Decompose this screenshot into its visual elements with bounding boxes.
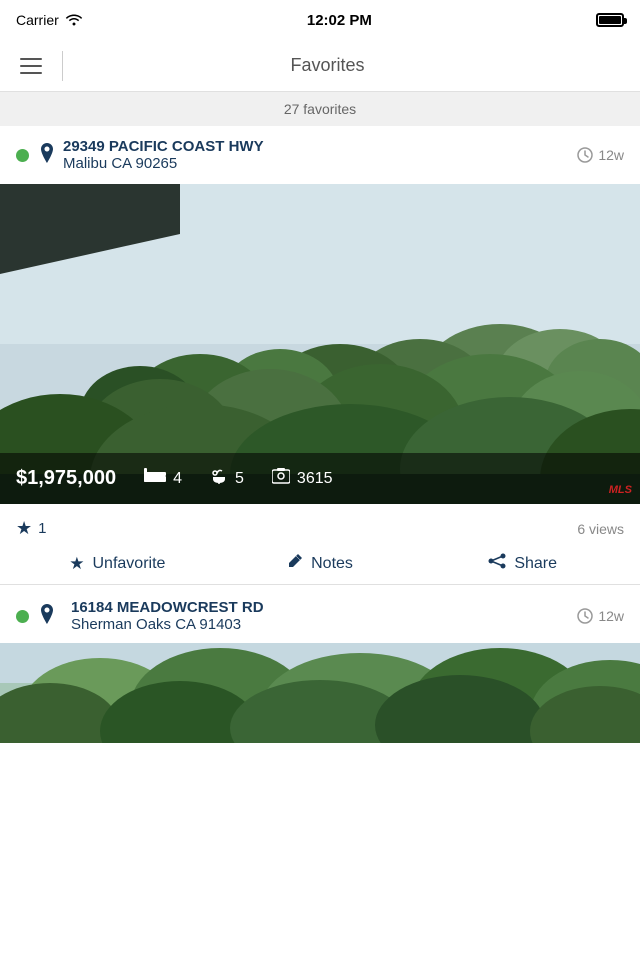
notes-label: Notes [311, 555, 353, 573]
listing-1-actions: ★ 1 6 views ★ Unfavorite Notes [0, 504, 640, 585]
carrier-info: Carrier [16, 12, 83, 29]
page-title: Favorites [79, 55, 576, 76]
favorite-count: 1 [38, 520, 46, 537]
listing-1-baths: 5 [210, 467, 244, 490]
menu-button[interactable] [16, 54, 46, 78]
nav-bar: Favorites [0, 40, 640, 92]
star-unfavorite-icon: ★ [69, 554, 84, 574]
listing-1-beds: 4 [144, 468, 182, 489]
listing-2-header[interactable]: 16184 MEADOWCREST RD Sherman Oaks CA 914… [0, 585, 640, 643]
listing-2-address: 16184 MEADOWCREST RD Sherman Oaks CA 914… [71, 599, 577, 633]
wifi-icon [65, 12, 83, 29]
star-count: ★ 1 [16, 518, 46, 539]
listing-2-time-label: 12w [598, 608, 624, 624]
favorites-count-bar: 27 favorites [0, 92, 640, 126]
favorites-count-label: 27 favorites [284, 101, 356, 117]
bed-icon [144, 468, 166, 489]
pin-icon [39, 143, 55, 168]
listing-1-sqft: 3615 [272, 468, 333, 489]
listing-1-image[interactable]: $1,975,000 4 [0, 184, 640, 504]
clock-icon [577, 147, 593, 163]
unfavorite-button[interactable]: ★ Unfavorite [16, 554, 219, 574]
property-overlay: $1,975,000 4 [0, 453, 640, 504]
share-label: Share [514, 555, 557, 573]
listing-1-city: Malibu CA 90265 [63, 155, 577, 172]
listing-1-street: 29349 PACIFIC COAST HWY [63, 138, 577, 155]
action-buttons: ★ Unfavorite Notes Sh [16, 553, 624, 574]
status-bar: Carrier 12:02 PM [0, 0, 640, 40]
listing-2-image[interactable] [0, 643, 640, 743]
share-button[interactable]: Share [421, 553, 624, 574]
listing-2-street: 16184 MEADOWCREST RD [71, 599, 577, 616]
views-row: ★ 1 6 views [16, 518, 624, 539]
listing-1-time: 12w [577, 147, 624, 163]
active-status-dot [16, 149, 29, 162]
bath-icon [210, 467, 228, 490]
listing-1-price: $1,975,000 [16, 467, 116, 490]
listing-2-city: Sherman Oaks CA 91403 [71, 616, 577, 633]
listing-2-time: 12w [577, 608, 624, 624]
pencil-icon [287, 553, 303, 574]
battery-indicator [596, 13, 624, 27]
listing-1-header[interactable]: 29349 PACIFIC COAST HWY Malibu CA 90265 … [0, 126, 640, 184]
unfavorite-label: Unfavorite [93, 555, 166, 573]
carrier-label: Carrier [16, 12, 59, 28]
share-icon [488, 553, 506, 574]
clock-icon-2 [577, 608, 593, 624]
star-icon: ★ [16, 518, 32, 539]
pin-icon-2 [39, 604, 55, 629]
mls-badge: MLS [609, 484, 632, 496]
listing-1-address: 29349 PACIFIC COAST HWY Malibu CA 90265 [63, 138, 577, 172]
photo-icon [272, 468, 290, 489]
notes-button[interactable]: Notes [219, 553, 422, 574]
listing-1-time-label: 12w [598, 147, 624, 163]
active-status-dot-2 [16, 610, 29, 623]
nav-divider [62, 51, 63, 81]
views-count: 6 views [577, 521, 624, 537]
status-time: 12:02 PM [307, 12, 372, 29]
